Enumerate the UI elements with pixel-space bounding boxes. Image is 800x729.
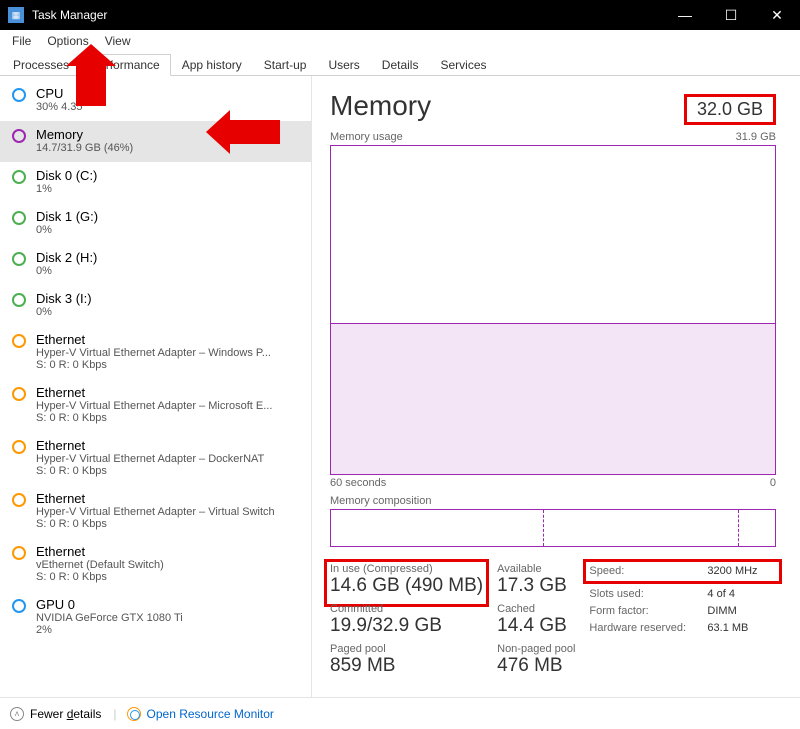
tab-startup[interactable]: Start-up <box>253 54 318 75</box>
stat-in-use: In use (Compressed) 14.6 GB (490 MB) <box>324 559 489 607</box>
sidebar-item-disk-0-c-[interactable]: Disk 0 (C:)1% <box>0 162 311 203</box>
minimize-button[interactable]: — <box>662 0 708 30</box>
composition-standby <box>544 510 739 546</box>
sidebar-item-title: Ethernet <box>36 438 299 453</box>
sidebar-item-ethernet[interactable]: EthernetHyper-V Virtual Ethernet Adapter… <box>0 432 311 485</box>
stat-cached: Cached 14.4 GB <box>497 603 575 637</box>
footer: ˄ Fewer details | Open Resource Monitor <box>0 697 800 729</box>
sidebar-item-title: Disk 3 (I:) <box>36 291 299 306</box>
orange-circle-icon <box>12 387 26 401</box>
chevron-up-icon: ˄ <box>10 707 24 721</box>
sidebar-item-sub: vEthernet (Default Switch) <box>36 559 299 571</box>
hw-speed: Speed: 3200 MHz <box>583 559 782 584</box>
usage-max: 31.9 GB <box>736 131 776 143</box>
sidebar-item-ethernet[interactable]: EthernetvEthernet (Default Switch)S: 0 R… <box>0 538 311 591</box>
stat-nonpaged-pool: Non-paged pool 476 MB <box>497 643 575 677</box>
app-icon: ▦ <box>8 7 24 23</box>
sidebar-item-sub2: S: 0 R: 0 Kbps <box>36 518 299 530</box>
orange-circle-icon <box>12 334 26 348</box>
orange-circle-icon <box>12 546 26 560</box>
sidebar-item-sub: 0% <box>36 224 299 236</box>
composition-free <box>739 510 775 546</box>
menubar: File Options View <box>0 30 800 52</box>
usage-label: Memory usage <box>330 131 403 143</box>
composition-in-use <box>331 510 544 546</box>
sidebar-item-ethernet[interactable]: EthernetHyper-V Virtual Ethernet Adapter… <box>0 326 311 379</box>
content: CPU30% 4.35Memory14.7/31.9 GB (46%)Disk … <box>0 76 800 697</box>
hw-slots: Slots used: 4 of 4 <box>589 586 776 603</box>
sidebar-item-sub: Hyper-V Virtual Ethernet Adapter – Windo… <box>36 347 299 359</box>
sidebar-item-sub2: 2% <box>36 624 299 636</box>
sidebar-item-gpu-0[interactable]: GPU 0NVIDIA GeForce GTX 1080 Ti2% <box>0 591 311 644</box>
menu-file[interactable]: File <box>4 32 39 50</box>
sidebar-item-ethernet[interactable]: EthernetHyper-V Virtual Ethernet Adapter… <box>0 485 311 538</box>
green-circle-icon <box>12 293 26 307</box>
sidebar-item-sub2: S: 0 R: 0 Kbps <box>36 412 299 424</box>
sidebar-item-title: GPU 0 <box>36 597 299 612</box>
resource-monitor-icon <box>127 707 141 721</box>
green-circle-icon <box>12 211 26 225</box>
sidebar-item-title: Disk 0 (C:) <box>36 168 299 183</box>
sidebar-item-title: Ethernet <box>36 491 299 506</box>
composition-label: Memory composition <box>330 495 776 507</box>
tab-details[interactable]: Details <box>371 54 430 75</box>
task-manager-window: ▦ Task Manager — ☐ ✕ File Options View P… <box>0 0 800 729</box>
sidebar-item-sub2: S: 0 R: 0 Kbps <box>36 359 299 371</box>
sidebar-item-ethernet[interactable]: EthernetHyper-V Virtual Ethernet Adapter… <box>0 379 311 432</box>
sidebar-item-sub: Hyper-V Virtual Ethernet Adapter – Docke… <box>36 453 299 465</box>
axis-left: 60 seconds <box>330 477 386 489</box>
purple-circle-icon <box>12 129 26 143</box>
sidebar-item-disk-2-h-[interactable]: Disk 2 (H:)0% <box>0 244 311 285</box>
resource-monitor-label: Open Resource Monitor <box>147 707 274 721</box>
tab-app-history[interactable]: App history <box>171 54 253 75</box>
titlebar: ▦ Task Manager — ☐ ✕ <box>0 0 800 30</box>
stat-paged-pool: Paged pool 859 MB <box>330 643 483 677</box>
annotation-arrow-up-icon <box>76 64 106 106</box>
blue-circle-icon <box>12 88 26 102</box>
fewer-details-label: Fewer details <box>30 707 101 721</box>
green-circle-icon <box>12 170 26 184</box>
stat-committed: Committed 19.9/32.9 GB <box>330 603 483 637</box>
orange-circle-icon <box>12 440 26 454</box>
sidebar-item-sub2: S: 0 R: 0 Kbps <box>36 465 299 477</box>
page-title: Memory <box>330 90 431 122</box>
sidebar-item-title: Disk 1 (G:) <box>36 209 299 224</box>
sidebar-item-sub2: S: 0 R: 0 Kbps <box>36 571 299 583</box>
sidebar-item-disk-1-g-[interactable]: Disk 1 (G:)0% <box>0 203 311 244</box>
tabbar: Processes Performance App history Start-… <box>0 52 800 76</box>
blue-circle-icon <box>12 599 26 613</box>
hw-form-factor: Form factor: DIMM <box>589 603 776 620</box>
sidebar-item-disk-3-i-[interactable]: Disk 3 (I:)0% <box>0 285 311 326</box>
memory-total: 32.0 GB <box>684 94 776 125</box>
sidebar-item-title: Ethernet <box>36 544 299 559</box>
memory-panel: Memory 32.0 GB Memory usage 31.9 GB 60 s… <box>312 76 800 697</box>
sidebar-item-sub: 0% <box>36 306 299 318</box>
hw-reserved: Hardware reserved: 63.1 MB <box>589 620 776 637</box>
fewer-details-toggle[interactable]: ˄ Fewer details <box>10 707 101 721</box>
sidebar-item-sub: 0% <box>36 265 299 277</box>
tab-services[interactable]: Services <box>429 54 497 75</box>
sidebar-item-sub: 1% <box>36 183 299 195</box>
sidebar-item-sub: NVIDIA GeForce GTX 1080 Ti <box>36 612 299 624</box>
window-title: Task Manager <box>32 8 662 22</box>
sidebar-item-title: Ethernet <box>36 332 299 347</box>
memory-composition-bar <box>330 509 776 547</box>
sidebar-item-sub: Hyper-V Virtual Ethernet Adapter – Micro… <box>36 400 299 412</box>
maximize-button[interactable]: ☐ <box>708 0 754 30</box>
performance-sidebar: CPU30% 4.35Memory14.7/31.9 GB (46%)Disk … <box>0 76 312 697</box>
orange-circle-icon <box>12 493 26 507</box>
sidebar-item-cpu[interactable]: CPU30% 4.35 <box>0 80 311 121</box>
axis-right: 0 <box>770 477 776 489</box>
close-button[interactable]: ✕ <box>754 0 800 30</box>
sidebar-item-sub: Hyper-V Virtual Ethernet Adapter – Virtu… <box>36 506 299 518</box>
stat-available: Available 17.3 GB <box>497 563 575 597</box>
memory-usage-chart <box>330 145 776 475</box>
green-circle-icon <box>12 252 26 266</box>
annotation-arrow-left-icon <box>230 120 280 144</box>
memory-usage-fill <box>331 323 775 474</box>
open-resource-monitor-link[interactable]: Open Resource Monitor <box>127 707 274 721</box>
tab-users[interactable]: Users <box>317 54 370 75</box>
sidebar-item-title: Ethernet <box>36 385 299 400</box>
sidebar-item-title: Disk 2 (H:) <box>36 250 299 265</box>
